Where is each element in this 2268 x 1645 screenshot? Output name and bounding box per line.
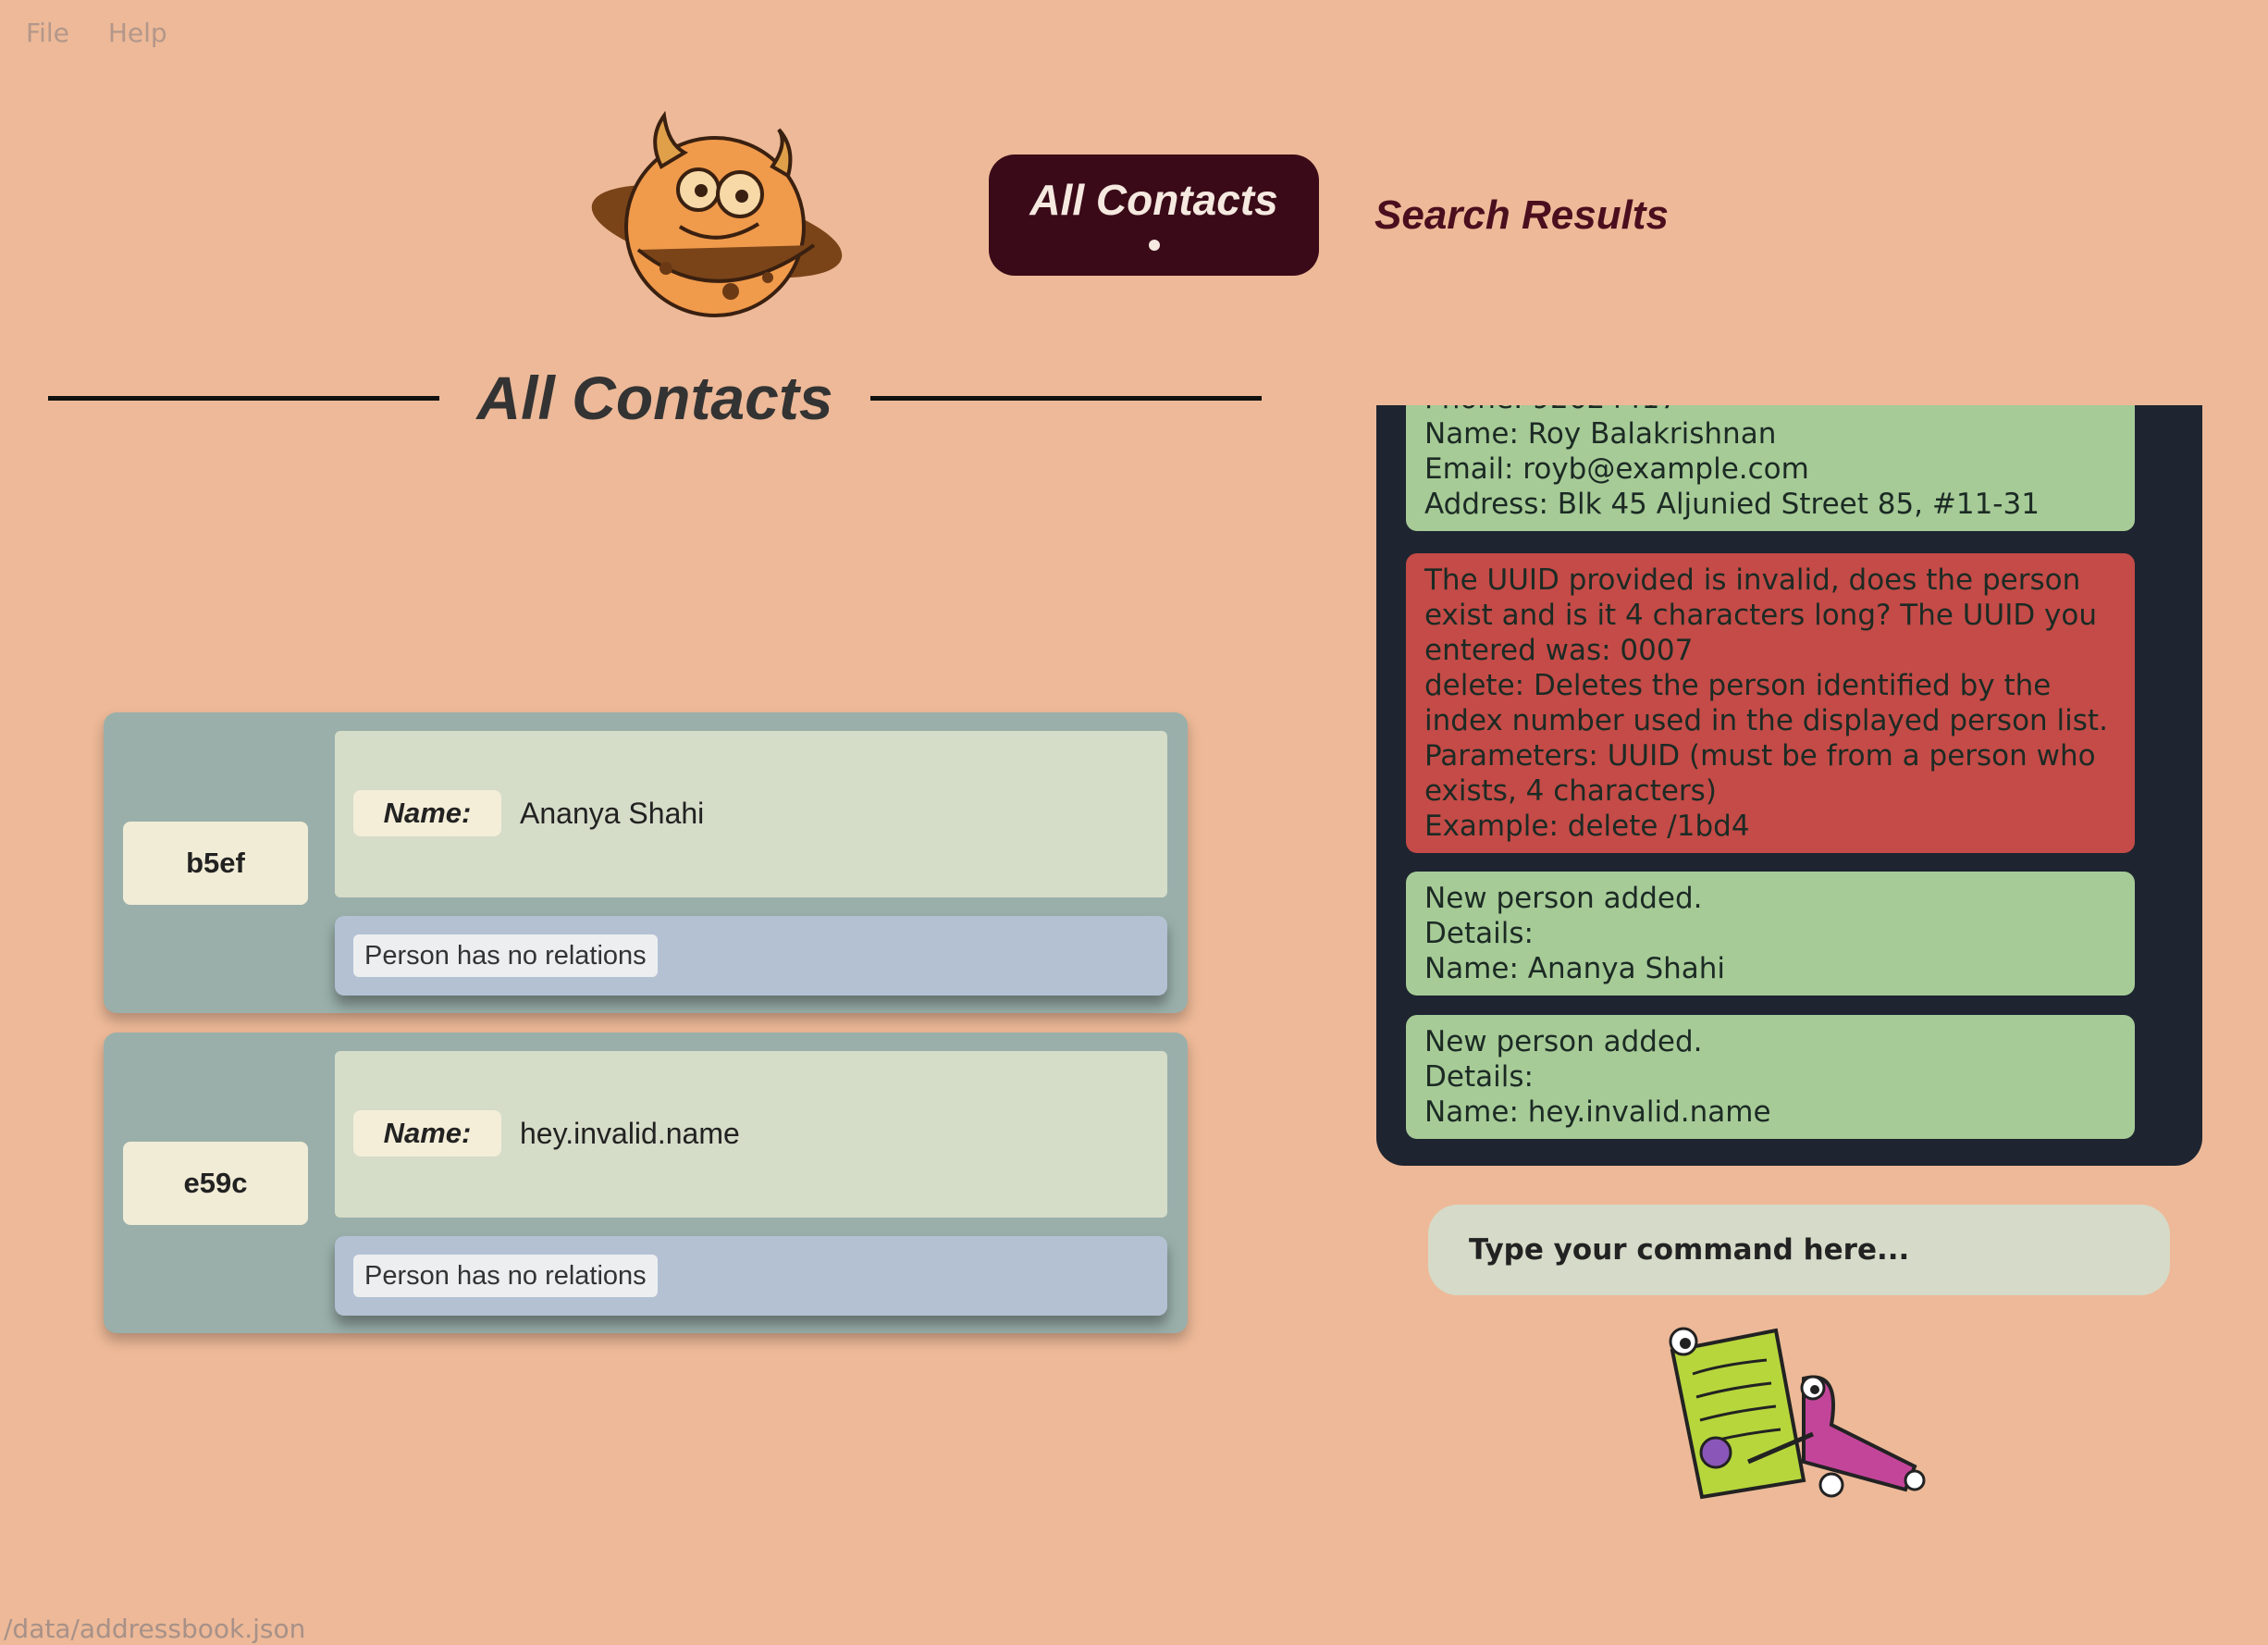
active-tab-indicator bbox=[1148, 239, 1160, 251]
tab-all-contacts[interactable]: All Contacts bbox=[989, 155, 1319, 276]
contact-card[interactable]: b5ef Name: Ananya Shahi Person has no re… bbox=[104, 712, 1188, 1013]
result-message-success: Phone: 92624417 Name: Roy Balakrishnan E… bbox=[1406, 405, 2135, 531]
name-panel: Name: hey.invalid.name bbox=[335, 1051, 1167, 1218]
result-line: Name: Roy Balakrishnan bbox=[1424, 417, 1777, 451]
result-line: Phone: 92624417 bbox=[1424, 405, 2116, 416]
planet-monster-logo-icon bbox=[591, 111, 843, 317]
result-line: delete: Deletes the person identified by… bbox=[1424, 669, 2052, 702]
result-line: Example: delete /1bd4 bbox=[1424, 810, 1750, 843]
contact-uuid: e59c bbox=[123, 1142, 308, 1225]
result-line: exists, 4 characters) bbox=[1424, 774, 1717, 808]
result-message-error: The UUID provided is invalid, does the p… bbox=[1406, 553, 2135, 853]
contact-name: hey.invalid.name bbox=[520, 1116, 740, 1150]
tab-all-contacts-label: All Contacts bbox=[1029, 175, 1278, 224]
result-line: index number used in the displayed perso… bbox=[1424, 704, 2108, 737]
relations-tag: Person has no relations bbox=[353, 1255, 658, 1297]
section-header: All Contacts bbox=[48, 356, 1263, 439]
result-line: Parameters: UUID (must be from a person … bbox=[1424, 739, 2096, 773]
name-label: Name: bbox=[353, 1110, 501, 1156]
menu-file[interactable]: File bbox=[13, 18, 82, 48]
result-line: Address: Blk 45 Aljunied Street 85, #11-… bbox=[1424, 488, 2040, 521]
result-line: Details: bbox=[1424, 1060, 1534, 1094]
status-bar-path: /data/addressbook.json bbox=[4, 1614, 306, 1644]
result-line: Name: Ananya Shahi bbox=[1424, 952, 1726, 985]
contact-uuid: b5ef bbox=[123, 822, 308, 905]
relations-tag: Person has no relations bbox=[353, 934, 658, 977]
result-line: Email: royb@example.com bbox=[1424, 452, 1809, 486]
command-box[interactable] bbox=[1428, 1205, 2170, 1295]
relations-panel: Person has no relations bbox=[335, 916, 1167, 996]
divider-left bbox=[48, 395, 440, 401]
tab-search-results[interactable]: Search Results bbox=[1374, 183, 1669, 248]
result-line: New person added. bbox=[1424, 882, 1703, 915]
command-input[interactable] bbox=[1467, 1232, 2170, 1268]
relations-panel: Person has no relations bbox=[335, 1236, 1167, 1316]
result-message-success: New person added. Details: Name: Ananya … bbox=[1406, 872, 2135, 996]
contact-name: Ananya Shahi bbox=[520, 796, 705, 830]
divider-right bbox=[869, 395, 1263, 401]
name-label: Name: bbox=[353, 790, 501, 836]
menu-bar: File Help bbox=[0, 0, 180, 65]
result-line: Name: hey.invalid.name bbox=[1424, 1095, 1771, 1129]
section-title: All Contacts bbox=[476, 364, 833, 432]
result-message-success: New person added. Details: Name: hey.inv… bbox=[1406, 1015, 2135, 1139]
name-panel: Name: Ananya Shahi bbox=[335, 731, 1167, 897]
result-line: exist and is it 4 characters long? The U… bbox=[1424, 599, 2098, 632]
result-line: Details: bbox=[1424, 917, 1534, 950]
notepad-monster-illustration-icon bbox=[1669, 1327, 1926, 1500]
result-line: New person added. bbox=[1424, 1025, 1703, 1058]
result-line: entered was: 0007 bbox=[1424, 634, 1694, 667]
command-results-panel[interactable]: Phone: 92624417 Name: Roy Balakrishnan E… bbox=[1376, 405, 2202, 1166]
contact-card[interactable]: e59c Name: hey.invalid.name Person has n… bbox=[104, 1033, 1188, 1333]
menu-help[interactable]: Help bbox=[95, 18, 180, 48]
result-line: The UUID provided is invalid, does the p… bbox=[1424, 563, 2081, 597]
